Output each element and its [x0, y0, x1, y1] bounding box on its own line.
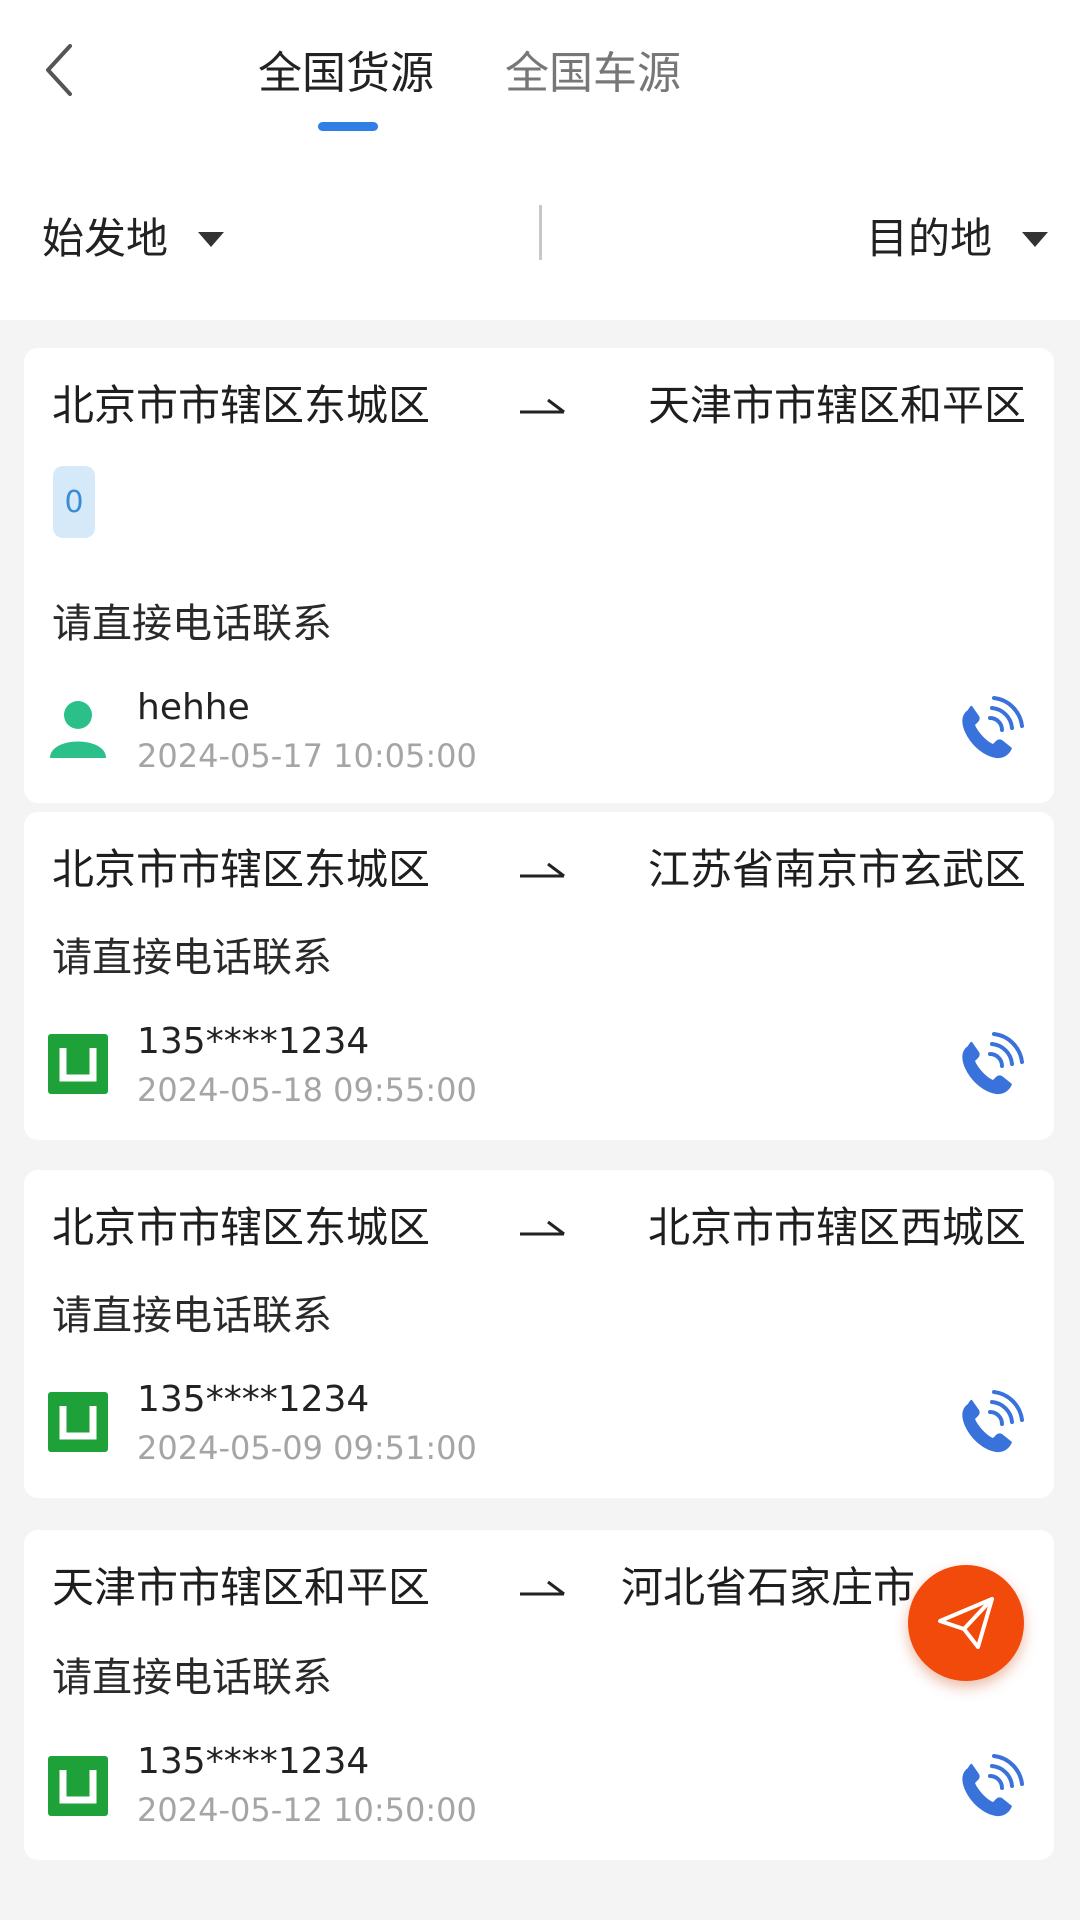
caret-down-icon [1022, 231, 1048, 247]
origin-filter[interactable]: 始发地 [42, 205, 225, 265]
arrow-right-icon [520, 862, 565, 878]
phone-call-icon[interactable] [954, 1030, 1024, 1100]
caret-down-icon [198, 231, 225, 247]
route-destination: 北京市市辖区西城区 [647, 1203, 1026, 1252]
tab-national-vehicles[interactable]: 全国车源 [505, 44, 681, 104]
poster-name: hehhe [137, 687, 250, 728]
destination-filter-label: 目的地 [865, 213, 992, 263]
tab-national-cargo[interactable]: 全国货源 [258, 44, 434, 104]
person-icon [50, 701, 106, 758]
active-tab-indicator [318, 122, 378, 131]
cargo-tag: 0 [53, 466, 95, 538]
app-logo-icon [48, 1392, 108, 1452]
route-destination: 江苏省南京市玄武区 [647, 845, 1026, 894]
route-origin: 北京市市辖区东城区 [52, 1203, 431, 1252]
phone-call-icon[interactable] [954, 694, 1024, 764]
publish-fab-button[interactable] [908, 1565, 1024, 1681]
phone-call-icon[interactable] [954, 1388, 1024, 1458]
route-destination: 天津市市辖区和平区 [647, 381, 1026, 430]
route-destination: 河北省石家庄市 [621, 1563, 916, 1612]
listing-note: 请直接电话联系 [52, 935, 332, 981]
destination-filter[interactable]: 目的地 [866, 205, 1048, 265]
listing-card[interactable]: 北京市市辖区东城区 江苏省南京市玄武区 请直接电话联系 135****1234 … [24, 812, 1054, 1140]
origin-filter-label: 始发地 [42, 213, 169, 263]
poster-name: 135****1234 [137, 1741, 370, 1782]
listing-note: 请直接电话联系 [52, 601, 332, 647]
send-icon [938, 1597, 994, 1649]
arrow-right-icon [520, 398, 565, 414]
route-origin: 北京市市辖区东城区 [52, 845, 431, 894]
arrow-right-icon [520, 1220, 565, 1236]
phone-call-icon[interactable] [954, 1752, 1024, 1822]
route-origin: 天津市市辖区和平区 [52, 1563, 431, 1612]
app-logo-icon [48, 1034, 108, 1094]
chevron-left-icon [46, 44, 72, 96]
post-time: 2024-05-18 09:55:00 [137, 1071, 477, 1109]
arrow-right-icon [520, 1580, 565, 1596]
poster-name: 135****1234 [137, 1021, 370, 1062]
back-button[interactable] [30, 40, 90, 100]
listing-card[interactable]: 天津市市辖区和平区 河北省石家庄市 请直接电话联系 135****1234 20… [24, 1530, 1054, 1860]
app-logo-icon [48, 1756, 108, 1816]
header: 全国货源 全国车源 始发地 目的地 [0, 0, 1080, 320]
listing-card[interactable]: 北京市市辖区东城区 北京市市辖区西城区 请直接电话联系 135****1234 … [24, 1170, 1054, 1498]
post-time: 2024-05-12 10:50:00 [137, 1791, 477, 1829]
post-time: 2024-05-17 10:05:00 [137, 737, 477, 775]
listing-card[interactable]: 北京市市辖区东城区 天津市市辖区和平区 0 请直接电话联系 hehhe 2024… [24, 348, 1054, 803]
route-origin: 北京市市辖区东城区 [52, 381, 431, 430]
poster-name: 135****1234 [137, 1379, 370, 1420]
listing-note: 请直接电话联系 [52, 1655, 332, 1701]
filter-divider [539, 205, 542, 260]
post-time: 2024-05-09 09:51:00 [137, 1429, 477, 1467]
listing-note: 请直接电话联系 [52, 1293, 332, 1339]
